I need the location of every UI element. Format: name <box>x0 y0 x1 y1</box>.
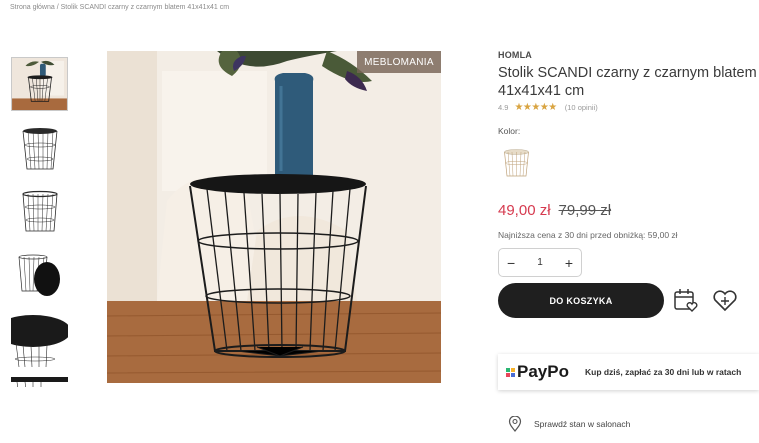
main-product-image[interactable]: MEBLOMANIA <box>107 51 441 383</box>
rating-score: 4.9 <box>498 103 509 112</box>
quantity-value[interactable]: 1 <box>537 257 543 268</box>
calendar-heart-icon[interactable] <box>672 286 700 314</box>
paypo-banner[interactable]: PayPo Kup dziś, zapłać za 30 dni lub w r… <box>498 354 759 390</box>
product-title: Stolik SCANDI czarny z czarnym blatem 41… <box>498 65 757 99</box>
product-info: HOMLA Stolik SCANDI czarny z czarnym bla… <box>498 50 759 432</box>
heart-plus-icon[interactable] <box>711 286 739 314</box>
thumbnail-3[interactable] <box>11 185 68 239</box>
lowest-price-note: Najniższa cena z 30 dni przed obniżką: 5… <box>498 230 678 240</box>
paypo-logo: PayPo <box>506 362 569 382</box>
paypo-logo-text: PayPo <box>517 362 569 381</box>
store-availability-link[interactable]: Sprawdź stan w salonach <box>508 416 630 432</box>
thumbnail-4[interactable] <box>11 249 68 303</box>
rating-stars: ★★★★★ <box>514 102 557 113</box>
quantity-stepper: − 1 + <box>498 248 582 277</box>
old-price: 79,99 zł <box>558 202 612 219</box>
store-availability-text: Sprawdź stan w salonach <box>534 419 631 429</box>
thumbnail-gallery <box>11 57 69 387</box>
quantity-increase-button[interactable]: + <box>565 256 573 270</box>
current-price: 49,00 zł <box>498 202 551 219</box>
thumbnail-6[interactable] <box>11 377 68 387</box>
color-label: Kolor: <box>498 126 521 136</box>
color-swatch[interactable] <box>498 144 535 181</box>
paypo-text: Kup dziś, zapłać za 30 dni lub w ratach <box>584 367 742 377</box>
product-brand[interactable]: HOMLA <box>498 50 759 60</box>
brand-badge: MEBLOMANIA <box>357 51 441 73</box>
reviews-count[interactable]: (10 opinii) <box>565 103 598 112</box>
location-pin-icon <box>508 416 522 432</box>
thumbnail-1[interactable] <box>11 57 68 111</box>
breadcrumb[interactable]: Strona główna / Stolik SCANDI czarny z c… <box>10 4 229 11</box>
add-to-cart-button[interactable]: DO KOSZYKA <box>498 283 664 318</box>
product-rating[interactable]: 4.9 ★★★★★ (10 opinii) <box>498 102 598 113</box>
paypo-dots-icon <box>506 367 515 377</box>
thumbnail-5[interactable] <box>11 313 68 367</box>
thumbnail-2[interactable] <box>11 121 68 175</box>
quantity-decrease-button[interactable]: − <box>507 256 515 270</box>
price-block: 49,00 zł 79,99 zł <box>498 202 611 219</box>
